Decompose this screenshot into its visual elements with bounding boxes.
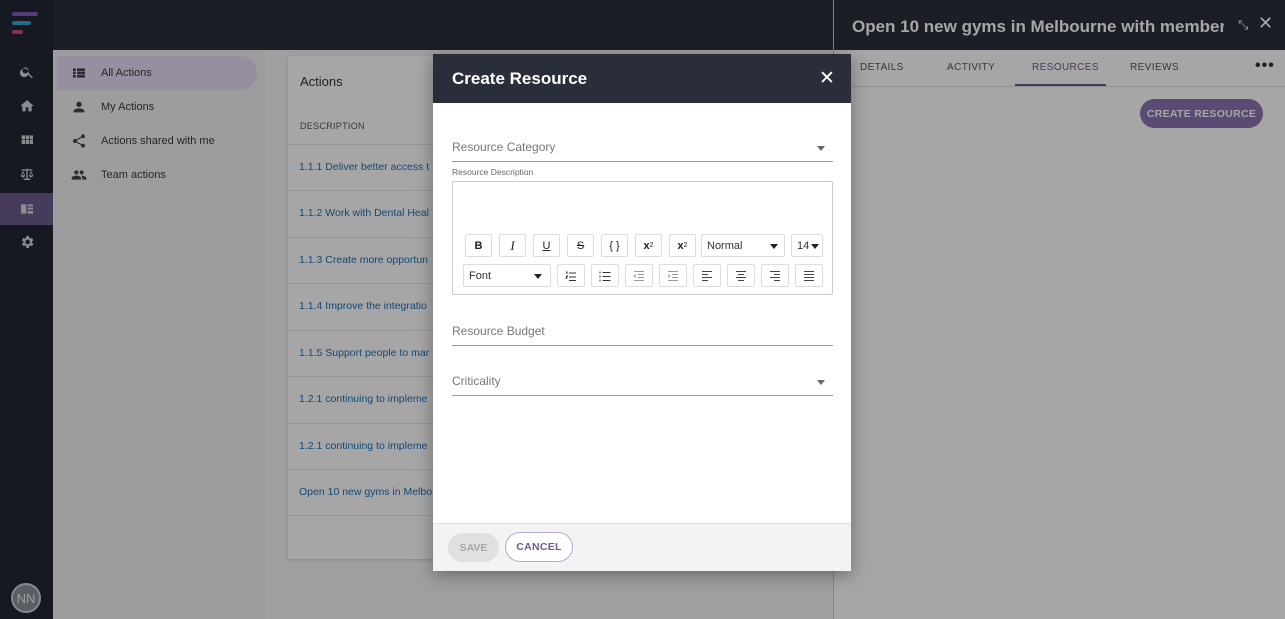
chevron-down-icon — [811, 244, 819, 249]
align-left-icon[interactable] — [693, 264, 721, 287]
close-icon[interactable]: ✕ — [819, 67, 835, 90]
italic-icon[interactable]: I — [499, 234, 526, 257]
chevron-down-icon — [770, 244, 778, 249]
resource-category-select[interactable]: Resource Category — [452, 132, 833, 162]
dialog-footer: SAVE CANCEL — [433, 523, 851, 571]
font-family-select[interactable]: Font — [463, 264, 551, 287]
code-icon[interactable]: { } — [601, 234, 628, 257]
resource-budget-field[interactable]: Resource Budget — [452, 316, 833, 346]
outdent-icon[interactable] — [625, 264, 653, 287]
resource-description-editor[interactable]: B I U S { } x2 x2 Normal 14 Font — [452, 181, 833, 295]
align-right-icon[interactable] — [761, 264, 789, 287]
paragraph-style-select[interactable]: Normal — [701, 234, 785, 257]
create-resource-dialog: Create Resource ✕ Resource Category Reso… — [433, 54, 851, 571]
indent-icon[interactable] — [659, 264, 687, 287]
align-center-icon[interactable] — [727, 264, 755, 287]
field-label: Resource Category — [452, 140, 556, 154]
chevron-down-icon — [534, 274, 542, 279]
align-justify-icon[interactable] — [795, 264, 823, 287]
chevron-down-icon — [817, 380, 825, 385]
save-button[interactable]: SAVE — [448, 533, 499, 562]
bullet-list-icon[interactable] — [591, 264, 619, 287]
font-size-select[interactable]: 14 — [791, 234, 823, 257]
dialog-header: Create Resource ✕ — [433, 54, 851, 103]
cancel-button[interactable]: CANCEL — [505, 532, 573, 562]
subscript-icon[interactable]: x2 — [669, 234, 696, 257]
strikethrough-icon[interactable]: S — [567, 234, 594, 257]
underline-icon[interactable]: U — [533, 234, 560, 257]
dialog-title: Create Resource — [452, 69, 588, 88]
criticality-select[interactable]: Criticality — [452, 366, 833, 396]
bold-icon[interactable]: B — [465, 234, 492, 257]
chevron-down-icon — [817, 146, 825, 151]
ordered-list-icon[interactable] — [557, 264, 585, 287]
resource-description-label: Resource Description — [452, 167, 534, 177]
superscript-icon[interactable]: x2 — [635, 234, 662, 257]
field-label: Criticality — [452, 374, 501, 388]
field-label: Resource Budget — [452, 324, 545, 338]
